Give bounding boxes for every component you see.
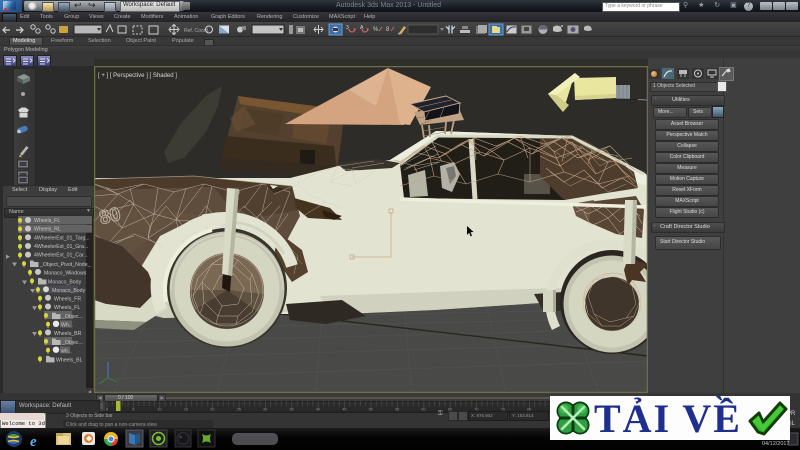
svg-text:5: 5 [132, 407, 135, 412]
svg-text:20: 20 [210, 407, 215, 412]
svg-text:Wheels_BR: Wheels_BR [54, 331, 82, 337]
svg-text:Monaco_Body: Monaco_Body [48, 279, 82, 285]
svg-text:30: 30 [263, 407, 268, 412]
svg-text:Wh...: Wh... [61, 322, 73, 328]
svg-text:0: 0 [106, 407, 109, 412]
svg-text:4WheelerExt_01_Targ...: 4WheelerExt_01_Targ... [34, 235, 90, 241]
svg-text:4WheelerExt_01_Gra...: 4WheelerExt_01_Gra... [34, 244, 88, 250]
svg-text:Wheels_FR: Wheels_FR [54, 297, 81, 303]
svg-text:Monaco_Body: Monaco_Body [52, 288, 86, 294]
svg-text:25: 25 [237, 407, 242, 412]
svg-text:e: e [30, 434, 37, 450]
svg-text:wh...: wh... [61, 348, 72, 354]
svg-text:55: 55 [395, 407, 400, 412]
svg-text:4WheelerExt_01_Car...: 4WheelerExt_01_Car... [34, 253, 88, 259]
svg-text:60: 60 [421, 407, 426, 412]
svg-text:Monaco_Windows: Monaco_Windows [44, 271, 87, 277]
svg-text:Wheels_RL: Wheels_RL [34, 227, 61, 233]
svg-text:40: 40 [316, 407, 321, 412]
svg-text:_Objec...: _Objec... [61, 314, 83, 320]
svg-text:Wheels_FL: Wheels_FL [34, 218, 60, 224]
svg-text:Wheels_BL: Wheels_BL [56, 357, 83, 363]
svg-text:10: 10 [157, 407, 162, 412]
svg-text:[ + ] [ Perspective ] [ Shaded: [ + ] [ Perspective ] [ Shaded ] [98, 73, 177, 79]
svg-text:%: % [373, 27, 379, 33]
svg-text:15: 15 [184, 407, 189, 412]
svg-text:35: 35 [289, 407, 294, 412]
svg-text:_Objec...: _Objec... [61, 340, 83, 346]
svg-text:_Object_Pivot_Node_: _Object_Pivot_Node_ [39, 262, 91, 268]
svg-text:8: 8 [386, 27, 390, 33]
svg-text:45: 45 [342, 407, 347, 412]
svg-text:Wheels_FL: Wheels_FL [54, 305, 80, 311]
svg-text:50: 50 [369, 407, 374, 412]
